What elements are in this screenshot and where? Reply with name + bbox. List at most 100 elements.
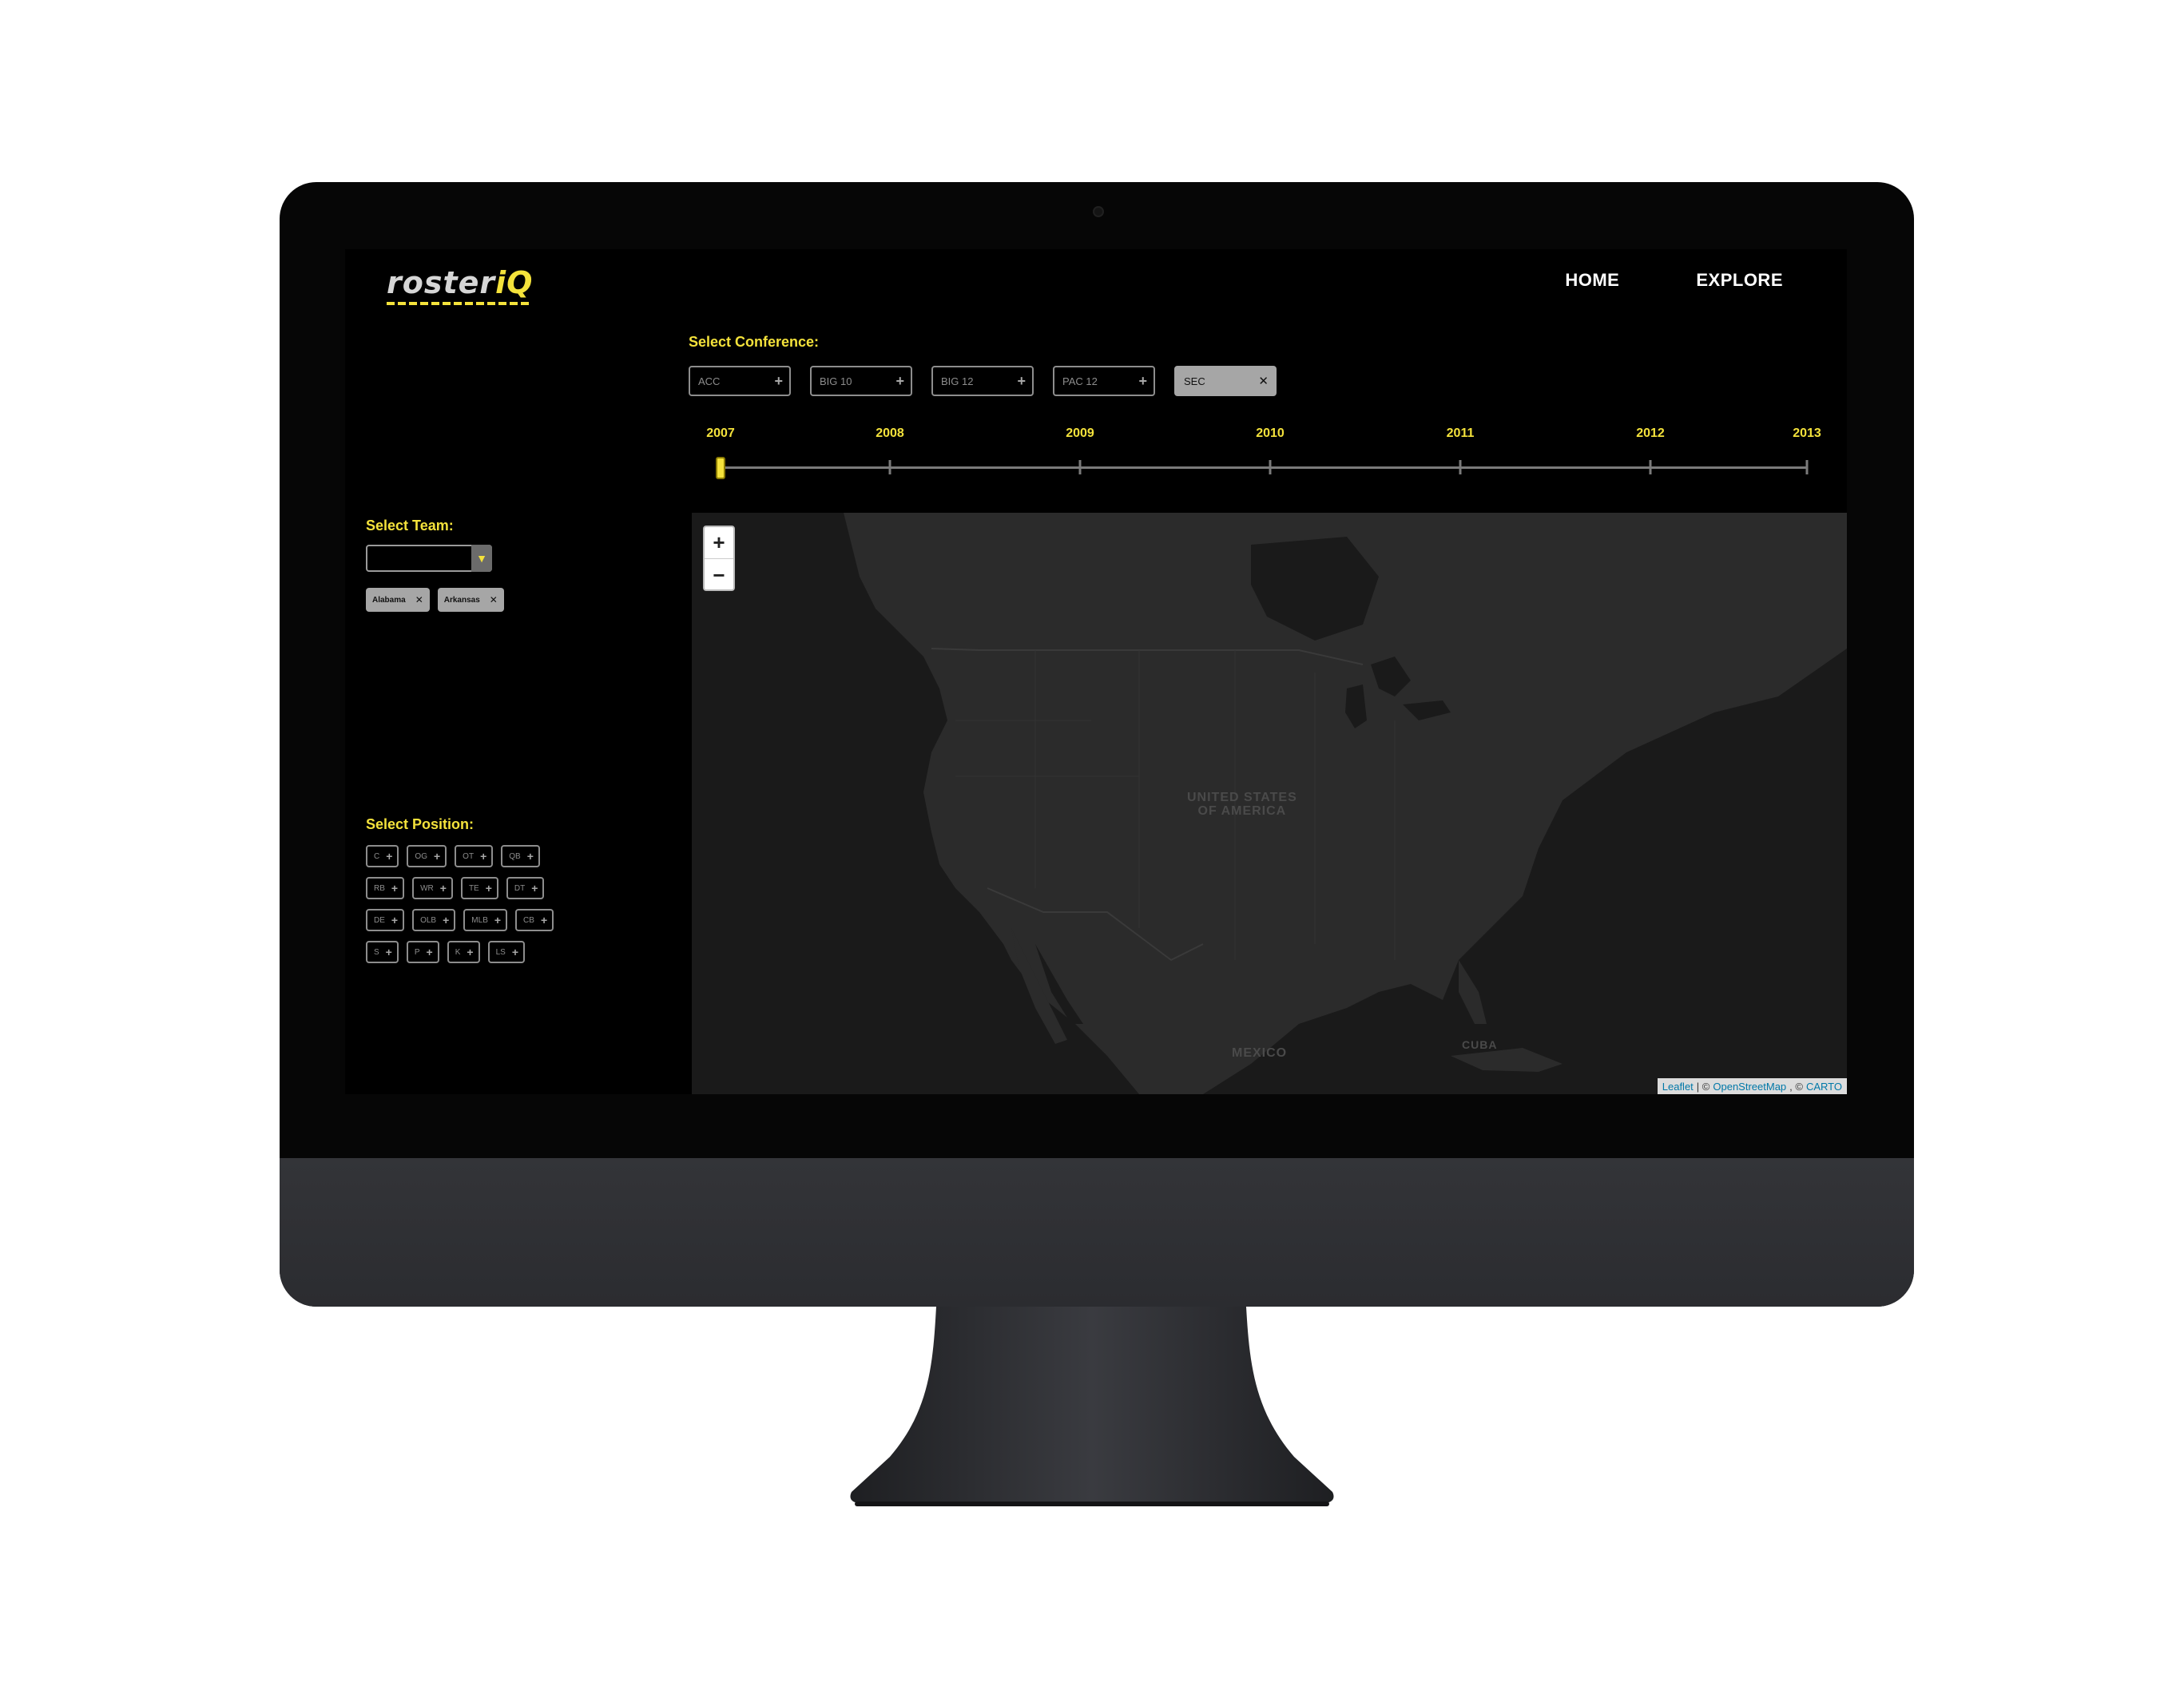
carto-link[interactable]: CARTO — [1806, 1081, 1842, 1093]
conference-chip-pac12[interactable]: PAC 12 + — [1053, 366, 1155, 396]
position-chip-cb[interactable]: CB + — [515, 909, 554, 931]
position-chip-label: P — [414, 947, 420, 957]
plus-icon: + — [443, 914, 450, 926]
nav-explore-link[interactable]: EXPLORE — [1696, 270, 1783, 291]
position-chip-label: OLB — [420, 915, 437, 925]
imac-chin — [280, 1158, 1914, 1307]
plus-icon: + — [540, 914, 548, 926]
conference-chip-group: ACC + BIG 10 + BIG 12 + PAC 12 + SEC ✕ — [689, 366, 1277, 396]
conference-chip-big10[interactable]: BIG 10 + — [810, 366, 912, 396]
zoom-in-button[interactable]: + — [705, 527, 733, 559]
timeline-tick — [1269, 460, 1272, 474]
team-chip-arkansas[interactable]: Arkansas ✕ — [437, 588, 504, 612]
team-chip-label: Arkansas — [443, 595, 480, 605]
position-chip-te[interactable]: TE + — [460, 877, 498, 899]
logo-text: roster — [387, 265, 496, 300]
plus-icon: + — [774, 372, 783, 389]
close-icon[interactable]: ✕ — [490, 594, 498, 605]
year-label-2007: 2007 — [706, 426, 735, 440]
map-label-mexico: MEXICO — [1232, 1046, 1288, 1060]
position-chip-k[interactable]: K + — [447, 941, 480, 963]
conference-chip-big12[interactable]: BIG 12 + — [931, 366, 1034, 396]
position-chip-dt[interactable]: DT + — [506, 877, 545, 899]
position-chip-wr[interactable]: WR + — [412, 877, 453, 899]
conference-chip-sec[interactable]: SEC ✕ — [1174, 366, 1277, 396]
close-icon[interactable]: ✕ — [1258, 374, 1269, 388]
imac-stand — [850, 1307, 1334, 1506]
position-chip-olb[interactable]: OLB + — [412, 909, 456, 931]
position-chip-p[interactable]: P + — [406, 941, 439, 963]
chip-label: BIG 10 — [820, 375, 852, 387]
chip-label: PAC 12 — [1062, 375, 1098, 387]
position-chip-label: LS — [495, 947, 506, 957]
zoom-control: + − — [703, 526, 735, 591]
openstreetmap-link[interactable]: OpenStreetMap — [1713, 1081, 1786, 1093]
plus-icon: + — [531, 882, 538, 895]
chip-label: SEC — [1184, 375, 1205, 387]
plus-icon: + — [391, 914, 399, 926]
chevron-down-icon[interactable]: ▼ — [471, 545, 492, 572]
team-dropdown[interactable]: ▼ — [366, 545, 492, 572]
position-chip-de[interactable]: DE + — [366, 909, 405, 931]
plus-icon: + — [480, 850, 487, 863]
position-chip-label: CB — [523, 915, 534, 925]
position-chip-s[interactable]: S + — [366, 941, 399, 963]
plus-icon: + — [1138, 372, 1147, 389]
year-label-2009: 2009 — [1066, 426, 1094, 440]
year-label-2012: 2012 — [1636, 426, 1665, 440]
attribution-separator: , © — [1789, 1080, 1803, 1093]
nav-home-link[interactable]: HOME — [1565, 270, 1619, 291]
plus-icon: + — [511, 946, 518, 958]
position-chip-label: S — [374, 947, 379, 957]
position-row: C + OG + OT + QB + — [366, 845, 540, 867]
position-chip-mlb[interactable]: MLB + — [463, 909, 508, 931]
position-chip-ls[interactable]: LS + — [487, 941, 525, 963]
select-conference-label: Select Conference: — [689, 334, 820, 350]
position-chip-label: OT — [463, 851, 475, 861]
position-chip-og[interactable]: OG + — [407, 845, 447, 867]
app-screen: rosteriQ HOME EXPLORE Select Conference:… — [345, 249, 1847, 1094]
plus-icon: + — [526, 850, 534, 863]
timeline-tick — [888, 460, 891, 474]
position-chip-rb[interactable]: RB + — [366, 877, 405, 899]
position-chip-c[interactable]: C + — [366, 845, 399, 867]
team-chip-label: Alabama — [372, 595, 406, 605]
close-icon[interactable]: ✕ — [415, 594, 423, 605]
position-chip-label: DT — [514, 883, 526, 893]
plus-icon: + — [433, 850, 441, 863]
position-chip-label: WR — [420, 883, 434, 893]
map-view[interactable]: + − UNITED STATES OF AMERICA MEXICO CUBA… — [692, 513, 1847, 1094]
position-chip-label: OG — [415, 851, 427, 861]
chip-label: ACC — [698, 375, 721, 387]
position-chip-label: MLB — [471, 915, 488, 925]
plus-icon: + — [391, 882, 399, 895]
year-label-2013: 2013 — [1793, 426, 1821, 440]
map-attribution: Leaflet | © OpenStreetMap , © CARTO — [1657, 1078, 1847, 1094]
position-chip-label: QB — [509, 851, 521, 861]
chip-label: BIG 12 — [941, 375, 974, 387]
timeline-tick — [1805, 460, 1809, 474]
position-chip-label: K — [455, 947, 461, 957]
conference-chip-acc[interactable]: ACC + — [689, 366, 791, 396]
zoom-out-button[interactable]: − — [705, 559, 733, 591]
position-row: DE + OLB + MLB + CB + — [366, 909, 554, 931]
year-label-2008: 2008 — [876, 426, 904, 440]
position-chip-ot[interactable]: OT + — [455, 845, 494, 867]
rosteriq-logo[interactable]: rosteriQ — [387, 265, 534, 300]
plus-icon: + — [494, 914, 502, 926]
position-chip-label: RB — [374, 883, 385, 893]
select-position-label: Select Position: — [366, 816, 475, 832]
timeline-tick — [1649, 460, 1652, 474]
webcam-icon — [1093, 206, 1104, 217]
position-chip-qb[interactable]: QB + — [501, 845, 540, 867]
position-row: RB + WR + TE + DT + — [366, 877, 545, 899]
timeline-track[interactable] — [721, 466, 1807, 469]
position-row: S + P + K + LS + — [366, 941, 525, 963]
year-timeline-slider[interactable]: 2007 2008 2009 2010 2011 2012 2013 — [689, 426, 1823, 482]
plus-icon: + — [467, 946, 474, 958]
leaflet-link[interactable]: Leaflet — [1662, 1081, 1694, 1093]
plus-icon: + — [386, 850, 393, 863]
logo-accent: iQ — [495, 265, 534, 300]
timeline-handle[interactable] — [716, 457, 725, 479]
team-chip-alabama[interactable]: Alabama ✕ — [366, 588, 430, 612]
